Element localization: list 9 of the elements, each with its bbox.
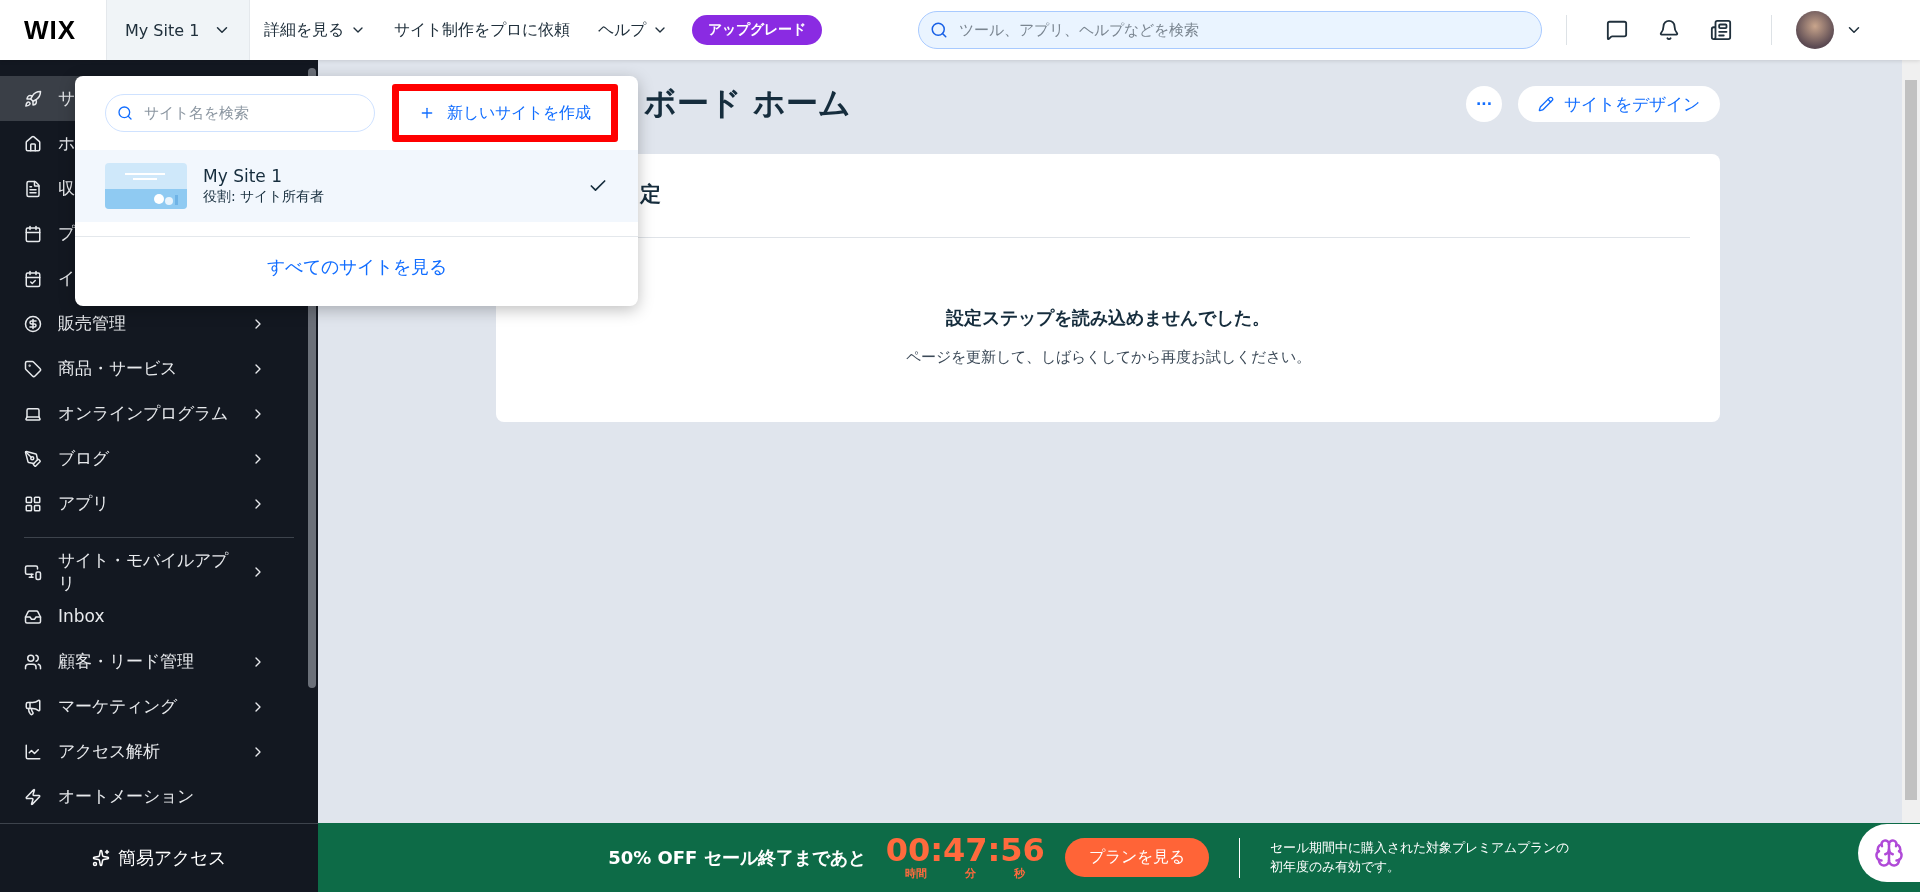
error-message: ページを更新して、しばらくしてから再度お試しください。 [904,348,1312,367]
site-role: 役割: サイト所有者 [203,188,326,206]
site-name: My Site 1 [203,166,283,186]
sale-note: セール期間中に購入された対象プレミアムプランの初年度のみ有効です。 [1269,838,1570,876]
error-title: 設定ステップを読み込めませんでした。 [945,306,1271,330]
wix-logo: WIX [23,14,78,46]
sale-headline: 50% OFF セール終了まであと [608,845,866,870]
page-title: ボード ホーム [644,83,853,124]
countdown-timer: 00:47:56 時間 分 秒 [885,834,1045,881]
